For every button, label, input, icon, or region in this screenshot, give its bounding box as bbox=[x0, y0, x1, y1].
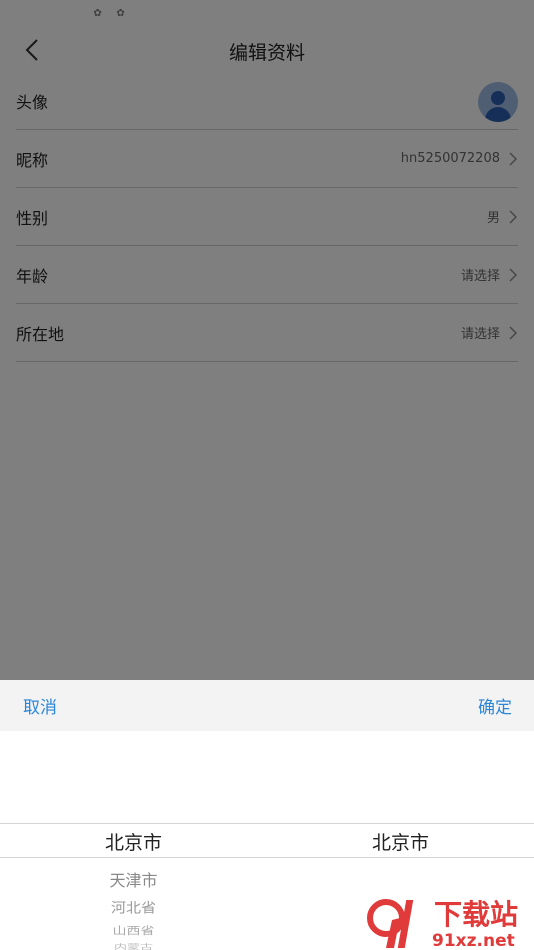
province-selected: 北京市 bbox=[104, 832, 162, 854]
watermark-logo: 下载站 91xz.net bbox=[367, 898, 518, 950]
province-option[interactable]: 河北省 bbox=[0, 898, 267, 917]
picker-toolbar: 取消 确定 bbox=[0, 680, 534, 731]
confirm-button[interactable]: 确定 bbox=[478, 693, 512, 718]
province-option[interactable]: 内蒙古 bbox=[0, 941, 267, 950]
city-selected: 北京市 bbox=[371, 832, 429, 854]
watermark-91-icon bbox=[367, 899, 414, 948]
province-option[interactable]: 山西省 bbox=[0, 923, 267, 938]
modal-overlay[interactable] bbox=[0, 0, 534, 680]
province-column[interactable]: 北京市 天津市 河北省 山西省 内蒙古 bbox=[0, 731, 267, 950]
watermark-title: 下载站 bbox=[434, 898, 518, 931]
watermark-url: 91xz.net bbox=[432, 931, 515, 950]
province-option[interactable]: 天津市 bbox=[0, 867, 267, 891]
cancel-button[interactable]: 取消 bbox=[23, 693, 57, 718]
